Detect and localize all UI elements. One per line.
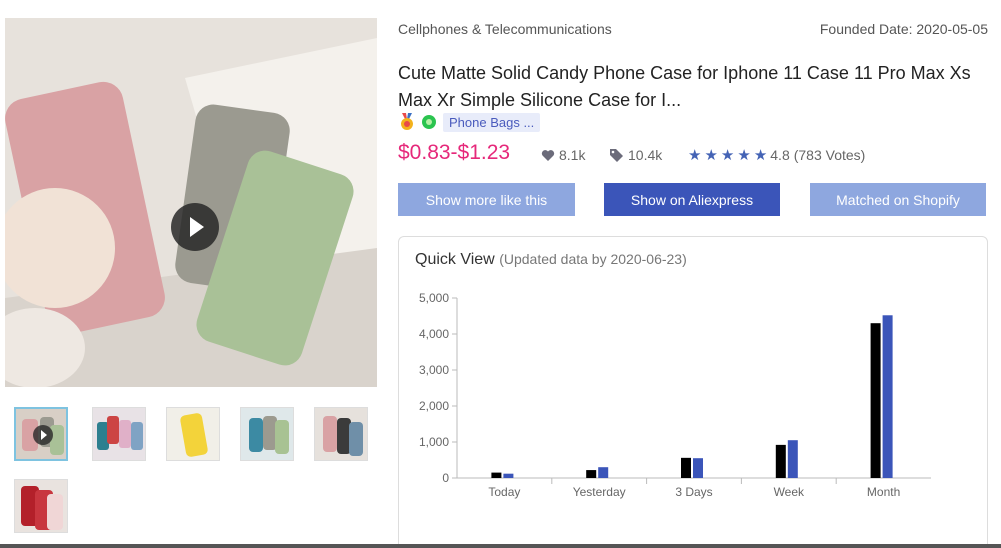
product-badges: Phone Bags ... — [400, 112, 541, 132]
x-tick-label: Yesterday — [573, 485, 626, 499]
orders-stat: 10.4k — [609, 147, 662, 163]
y-tick-label: 2,000 — [419, 399, 449, 413]
category-tag[interactable]: Phone Bags ... — [443, 112, 541, 132]
show-more-button[interactable]: Show more like this — [398, 183, 575, 216]
thumbnail-1[interactable] — [14, 407, 68, 461]
orders-count: 10.4k — [628, 147, 663, 163]
y-tick-label: 3,000 — [419, 363, 449, 377]
founded-date: Founded Date: 2020-05-05 — [819, 21, 988, 37]
heart-icon — [541, 149, 555, 161]
thumbnail-6[interactable] — [14, 479, 68, 533]
bar-series-1 — [775, 444, 786, 478]
main-product-image[interactable] — [5, 18, 377, 387]
bar-series-2 — [882, 315, 893, 478]
leaf-icon — [422, 115, 436, 129]
thumbnail-4[interactable] — [240, 407, 294, 461]
thumbnail-image — [167, 408, 219, 460]
bar-series-2 — [503, 473, 514, 478]
y-tick-label: 5,000 — [419, 291, 449, 305]
thumbnail-2[interactable] — [92, 407, 146, 461]
bar-series-1 — [491, 472, 502, 478]
x-tick-label: Today — [488, 485, 520, 499]
quick-view-panel: Quick View (Updated data by 2020-06-23) … — [398, 236, 988, 548]
star-rating: ★ ★ ★ ★ ★ — [688, 146, 770, 164]
bar-series-2 — [693, 458, 703, 478]
thumbnail-image — [315, 408, 367, 460]
bar-series-1 — [586, 470, 597, 478]
star-icon: ★ — [688, 147, 702, 164]
play-icon — [33, 425, 53, 445]
y-tick-label: 0 — [442, 471, 449, 485]
play-icon[interactable] — [171, 203, 219, 251]
star-icon: ★ — [753, 147, 768, 164]
thumbnail-image — [15, 480, 67, 532]
bar-series-1 — [681, 457, 691, 478]
x-tick-label: 3 Days — [675, 485, 712, 499]
y-tick-label: 4,000 — [419, 327, 449, 341]
star-icon: ★ — [737, 147, 751, 164]
product-title: Cute Matte Solid Candy Phone Case for Ip… — [398, 63, 971, 110]
thumbnail-image — [241, 408, 293, 460]
y-tick-label: 1,000 — [419, 435, 449, 449]
bar-series-2 — [598, 467, 609, 478]
bar-series-1 — [870, 323, 881, 478]
star-icon: ★ — [720, 147, 735, 164]
tag-icon — [610, 149, 623, 162]
quick-view-chart: 0 1,000 2,000 3,000 4,000 5,000 Today Yesterday… — [419, 291, 931, 499]
quick-view-heading: Quick View (Updated data by 2020-06-23) — [415, 251, 687, 269]
bottom-scrollbar — [0, 544, 1001, 548]
quick-view-updated: (Updated data by 2020-06-23) — [499, 251, 687, 267]
rating-value: 4.8 — [770, 147, 790, 163]
x-tick-label: Month — [867, 485, 900, 499]
likes-count: 8.1k — [559, 147, 586, 163]
vote-count: (783 Votes) — [793, 147, 866, 163]
bar-series-2 — [787, 440, 798, 478]
likes-stat: 8.1k — [541, 147, 585, 163]
matched-on-shopify-button[interactable]: Matched on Shopify — [810, 183, 986, 216]
rating: ★ ★ ★ ★ ★ 4.8 (783 Votes) — [688, 146, 865, 164]
show-on-aliexpress-button[interactable]: Show on Aliexpress — [604, 183, 780, 216]
price-range: $0.83-$1.23 — [398, 141, 511, 164]
medal-icon — [401, 113, 413, 130]
star-icon: ★ — [704, 147, 718, 164]
x-tick-label: Week — [774, 485, 805, 499]
thumbnail-3[interactable] — [166, 407, 220, 461]
thumbnail-5[interactable] — [314, 407, 368, 461]
thumbnail-image — [93, 408, 145, 460]
category-label: Cellphones & Telecommunications — [398, 21, 612, 37]
quick-view-title: Quick View — [415, 251, 495, 268]
